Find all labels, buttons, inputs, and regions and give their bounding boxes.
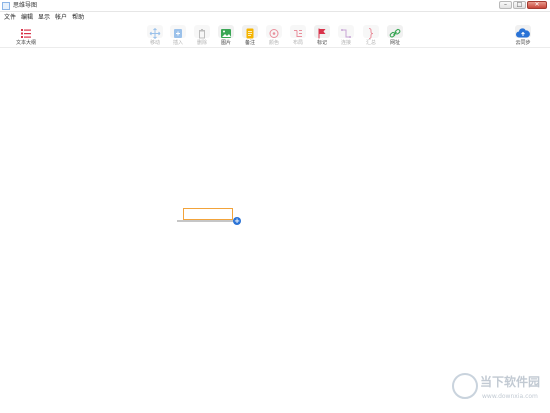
tool-image[interactable]: 图片 [217,25,235,47]
menu-file[interactable]: 文件 [4,13,16,22]
tool-image-label: 图片 [220,40,231,46]
menu-bar: 文件 编辑 显示 帐户 帮助 [0,12,550,22]
window-controls: – □ ✕ [498,1,547,10]
list-icon [18,25,34,38]
tool-flag[interactable]: 标记 [313,25,331,47]
cloud-upload-icon [515,25,531,38]
tool-layout[interactable]: 布局 [289,25,307,47]
tool-connect[interactable]: 连接 [337,25,355,47]
tool-link-label: 网址 [389,40,400,46]
tool-insert-label: 插入 [172,40,183,46]
watermark: 当下软件园 www.downxia.com [452,369,544,409]
palette-icon [266,25,282,38]
watermark-title: 当下软件园 [480,375,541,389]
trash-icon [194,25,210,39]
tool-insert[interactable]: 插入 [169,25,187,47]
tool-delete[interactable]: 删除 [193,25,211,47]
layout-icon [290,25,306,38]
add-child-button[interactable]: + [233,217,241,225]
flag-icon [314,25,330,39]
tool-delete-label: 删除 [196,40,207,46]
title-bar: 思维导图 – □ ✕ [0,0,550,12]
menu-help[interactable]: 帮助 [72,13,84,22]
maximize-button[interactable]: □ [513,1,526,9]
tool-layout-label: 布局 [292,40,303,46]
watermark-logo-icon [452,373,478,399]
menu-view[interactable]: 显示 [38,13,50,22]
menu-account[interactable]: 帐户 [55,13,67,22]
central-topic-node[interactable] [183,208,233,220]
minimize-button[interactable]: – [499,1,512,9]
note-icon [242,25,258,39]
tool-move[interactable]: 移动 [146,25,164,47]
node-underline [177,220,235,222]
tool-color-label: 颜色 [268,40,279,46]
outline-label: 文本大纲 [15,40,36,46]
tool-summary-label: 汇总 [365,40,376,46]
image-icon [218,25,234,38]
menu-edit[interactable]: 编辑 [21,13,33,22]
tool-link[interactable]: 网址 [386,25,404,47]
outline-button[interactable]: 文本大纲 [14,25,38,47]
tool-note-label: 备注 [244,40,255,46]
tool-flag-label: 标记 [316,40,327,46]
move-icon [147,25,163,39]
tool-summary[interactable]: 汇总 [362,25,380,47]
tool-note[interactable]: 备注 [241,25,259,47]
cloud-sync-label: 云同步 [515,40,531,46]
summary-brace-icon [363,25,379,39]
toolbar: 文本大纲 移动 插入 删除 图片 备注 颜色 布局 标记 连接 汇总 网址 云同… [0,22,550,48]
tool-color[interactable]: 颜色 [265,25,283,47]
watermark-url: www.downxia.com [482,393,538,400]
window-title: 思维导图 [13,2,38,9]
tool-connect-label: 连接 [340,40,351,46]
mind-map-canvas[interactable]: + 当下软件园 www.downxia.com [0,49,550,413]
cloud-sync-button[interactable]: 云同步 [514,25,532,47]
link-icon [387,25,403,38]
close-button[interactable]: ✕ [527,1,547,9]
app-icon [2,2,10,10]
insert-icon [170,25,186,38]
connect-icon [338,25,354,38]
tool-move-label: 移动 [149,40,160,46]
